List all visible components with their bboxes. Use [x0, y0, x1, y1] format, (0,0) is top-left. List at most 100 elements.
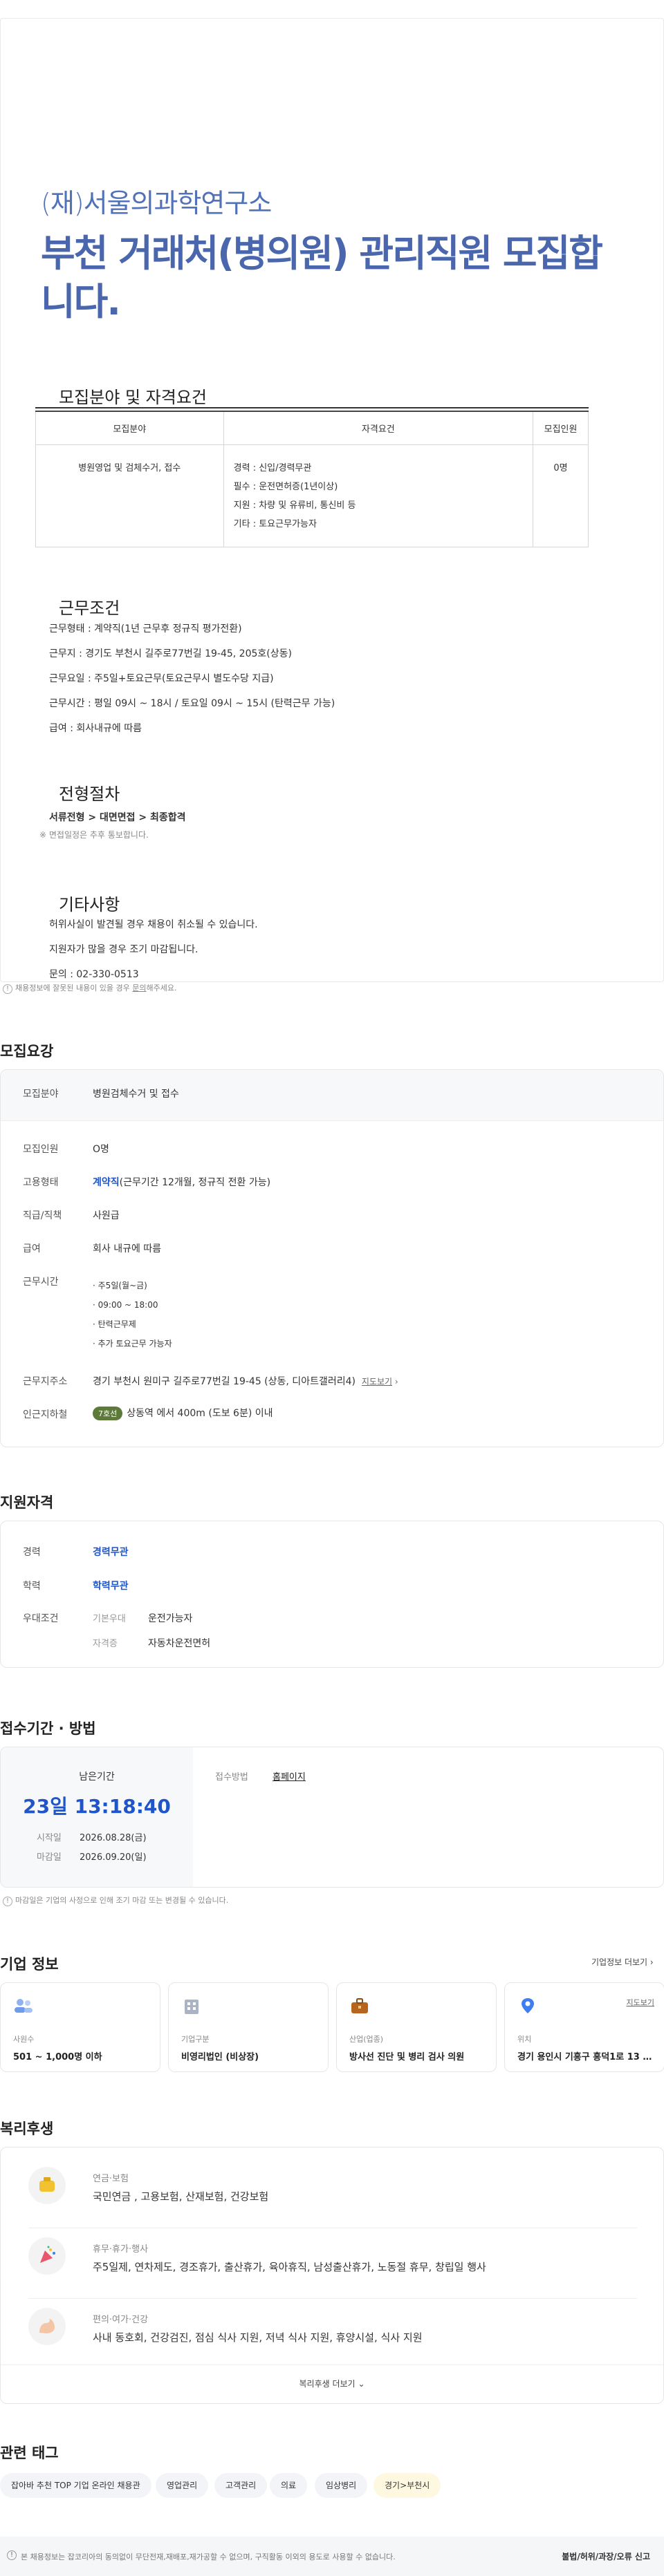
qualify-section-title: 지원자격 [0, 1494, 54, 1511]
method-label: 접수방법 [215, 1772, 248, 1783]
recruit-box: 모집분야 병원검체수거 및 접수 모집인원 O명 고용형태 계약직(근무기간 1… [0, 1069, 664, 1447]
poster-headline: 부천 거래처(병의원) 관리직원 모집합니다. [41, 232, 603, 323]
type-value: 계약직(근무기간 12개월, 정규직 전환 가능) [93, 1175, 270, 1189]
salary-label: 급여 [23, 1243, 41, 1254]
divider [35, 407, 589, 408]
tag-chip[interactable]: 의료 [270, 2473, 308, 2498]
company-card-type: 기업구분 비영리법인 (비상장) [168, 1982, 329, 2072]
type-strong: 계약직 [93, 1177, 120, 1188]
tag-chip[interactable]: 임상병리 [315, 2473, 368, 2498]
addr-value: 경기 부천시 원미구 길주로77번길 19-45 (상동, 디아트갤러리4) 지… [93, 1374, 398, 1388]
remain-label: 남은기간 [79, 1771, 115, 1783]
period-section-title: 접수기간 · 방법 [0, 1720, 96, 1737]
briefcase-icon [349, 1997, 370, 2015]
etc-line: 허위사실이 발견될 경우 채용이 취소될 수 있습니다. [49, 919, 258, 930]
chevron-right-icon: › [392, 1377, 398, 1386]
location-map-link[interactable]: 지도보기 [627, 1997, 654, 2008]
addr-label: 근무지주소 [23, 1376, 68, 1387]
party-popper-icon [28, 2237, 66, 2275]
count-label: 모집인원 [23, 1144, 59, 1155]
hours-item: · 탄력근무제 [93, 1319, 136, 1329]
info-icon: ! [7, 2550, 17, 2560]
company-card-location: 지도보기 위치 경기 용인시 기흥구 흥덕1로 13 (영덕동, 흥덕IT밸리) [504, 1982, 664, 2072]
field-value: 병원검체수거 및 접수 [93, 1089, 179, 1100]
poster-etc-title: 기타사항 [59, 895, 120, 914]
process-note: ※ 면접일정은 추후 통보합니다. [39, 830, 149, 840]
welfare-category: 편의·여가·건강 [93, 2315, 149, 2325]
company-card-employees: 사원수 501 ~ 1,000명 이하 [0, 1982, 160, 2072]
tag-chip[interactable]: 경기>부천시 [374, 2473, 441, 2498]
card-label: 위치 [517, 2035, 532, 2044]
career-value: 경력무관 [93, 1547, 129, 1558]
chevron-down-icon: ⌄ [358, 2379, 365, 2389]
report-note-text: 채용정보에 잘못된 내용이 있을 경우 [15, 984, 133, 993]
poster-company-name: (재)서울의과학연구소 [41, 188, 272, 218]
process-steps: 서류전형 > 대면면접 > 최종합격 [49, 812, 186, 823]
period-note: ! 마감일은 기업의 사정으로 인해 조기 마감 또는 변경될 수 있습니다. [3, 1895, 228, 1906]
info-icon: ! [3, 984, 12, 994]
report-button[interactable]: 불법/허위/과장/오류 신고 [562, 2550, 650, 2562]
pref-key: 기본우대 [93, 1614, 126, 1624]
company-more-link[interactable]: 기업정보 더보기 › [591, 1956, 654, 1968]
type-rest: (근무기간 12개월, 정규직 전환 가능) [119, 1177, 271, 1188]
footer-note: 본 채용정보는 잡코리아의 동의없이 무단전재,재배포,재가공할 수 없으며, … [21, 2553, 396, 2561]
table-cell-field: 병원영업 및 검체수거, 접수 [35, 444, 224, 547]
poster-cond-title: 근무조건 [59, 599, 120, 618]
map-link[interactable]: 지도보기 [362, 1377, 392, 1386]
table-header: 자격요건 [223, 411, 534, 445]
report-note-suffix: 해주세요. [146, 984, 177, 993]
welfare-category: 휴무·휴가·행사 [93, 2244, 149, 2255]
tag-chip[interactable]: 고객관리 [214, 2473, 268, 2498]
hours-item: · 09:00 ~ 18:00 [93, 1300, 158, 1310]
hours-item: · 추가 토요근무 가능자 [93, 1339, 172, 1348]
muscle-icon [28, 2308, 66, 2345]
etc-line: 문의 : 02-330-0513 [49, 969, 139, 980]
condition-line: 급여 : 회사내규에 따름 [49, 723, 142, 734]
pref-value: 운전가능자 [148, 1613, 193, 1624]
field-label: 모집분야 [23, 1089, 59, 1100]
company-section-title: 기업 정보 [0, 1956, 59, 1973]
period-box: 남은기간 23일 13:18:40 시작일 2026.08.28(금) 마감일 … [0, 1747, 664, 1888]
company-more-text: 기업정보 더보기 [591, 1957, 648, 1967]
start-label: 시작일 [37, 1833, 62, 1843]
qualify-box: 경력 경력무관 학력 학력무관 우대조건 기본우대 운전가능자 자격증 자동차운… [0, 1521, 664, 1668]
requirements-table: 모집분야 자격요건 모집인원 병원영업 및 검체수거, 접수 경력 : 신입/경… [35, 411, 589, 547]
table-header: 모집인원 [533, 411, 589, 445]
welfare-section-title: 복리후생 [0, 2121, 54, 2137]
card-value: 방사선 진단 및 병리 검사 의원 [349, 2052, 465, 2062]
subway-value: 7호선 상동역 에서 400m (도보 6분) 이내 [93, 1406, 273, 1420]
rank-value: 사원급 [93, 1210, 120, 1221]
salary-value: 회사 내규에 따름 [93, 1243, 162, 1254]
card-label: 기업구분 [181, 2035, 210, 2044]
condition-line: 근무시간 : 평일 09시 ~ 18시 / 토요일 09시 ~ 15시 (탄력근… [49, 698, 335, 709]
poster-process-title: 전형절차 [59, 784, 120, 804]
info-icon: ! [3, 1897, 12, 1906]
report-link[interactable]: 문의 [132, 984, 146, 993]
table-cell-headcount: 0명 [533, 444, 589, 547]
tag-chip[interactable]: 영업관리 [156, 2473, 209, 2498]
location-pin-icon [517, 1997, 538, 2015]
report-note: ! 채용정보에 잘못된 내용이 있을 경우 문의해주세요. [3, 982, 177, 994]
welfare-items: 사내 동호회, 건강검진, 점심 식사 지원, 저녁 식사 지원, 휴양시설, … [93, 2331, 423, 2344]
piggy-bank-icon [28, 2167, 66, 2204]
card-label: 사원수 [13, 2035, 35, 2044]
welfare-items: 국민연금 , 고용보험, 산재보험, 건강보험 [93, 2190, 269, 2203]
rank-label: 직급/직책 [23, 1210, 62, 1221]
welfare-category: 연금·보험 [93, 2174, 129, 2184]
welfare-box: 연금·보험 국민연금 , 고용보험, 산재보험, 건강보험 휴무·휴가·행사 주… [0, 2147, 664, 2404]
recruit-section-title: 모집요강 [0, 1043, 54, 1060]
condition-line: 근무요일 : 주5일+토요근무(토요근무시 별도수당 지급) [49, 673, 274, 684]
pref-value: 자동차운전면허 [148, 1638, 211, 1649]
count-value: O명 [93, 1144, 109, 1155]
poster-req-title: 모집분야 및 자격요건 [59, 388, 207, 407]
tag-chip[interactable]: 잡아바 추천 TOP 기업 온라인 채용관 [0, 2473, 151, 2498]
end-label: 마감일 [37, 1852, 62, 1863]
homepage-link[interactable]: 홈페이지 [273, 1769, 306, 1783]
people-icon [13, 1997, 34, 2015]
card-value: 경기 용인시 기흥구 흥덕1로 13 (영덕동, 흥덕IT밸리) [517, 2052, 656, 2062]
requirement-line: 필수 : 운전면허증(1년이상) [233, 481, 338, 492]
start-value: 2026.08.28(금) [80, 1833, 147, 1843]
company-card-industry: 산업(업종) 방사선 진단 및 병리 검사 의원 [336, 1982, 497, 2072]
welfare-more-button[interactable]: 복리후생 더보기 ⌄ [1, 2378, 663, 2389]
pref-label: 우대조건 [23, 1613, 59, 1624]
